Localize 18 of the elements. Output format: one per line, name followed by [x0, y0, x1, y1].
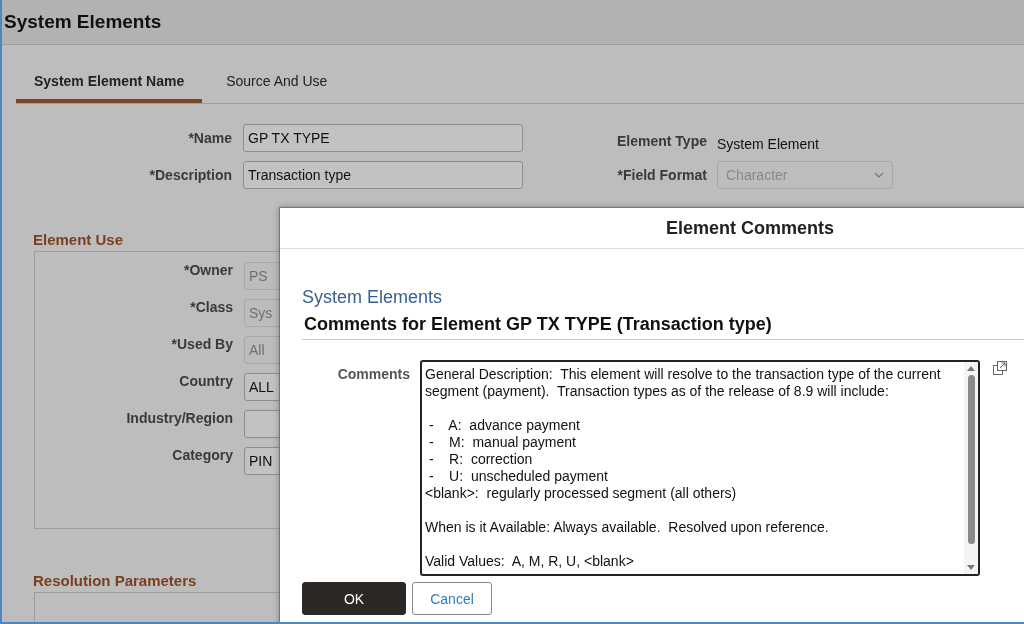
field-label: Industry/Region: [125, 410, 233, 428]
dialog-title: Element Comments: [665, 217, 834, 239]
field-label: *Used By: [170, 336, 233, 354]
field-label: *Field Format: [616, 166, 707, 183]
field-label: *Owner: [183, 262, 233, 280]
dialog-heading: Comments for Element GP TX TYPE (Transaction type): [302, 308, 1024, 340]
field-label: *Description: [148, 167, 232, 183]
field-label: Comments: [336, 365, 410, 382]
page-title: System Elements: [4, 11, 162, 33]
section-heading: Resolution Parameters: [33, 572, 198, 589]
field-value: System Element: [717, 135, 820, 153]
section-heading: Element Use: [33, 231, 125, 248]
field-label: Element Type: [616, 133, 707, 150]
field-label: *Name: [187, 130, 232, 146]
field-label: *Class: [189, 299, 233, 317]
breadcrumb-title: System Elements: [302, 287, 443, 307]
field-label: Category: [171, 447, 233, 465]
field-label: Country: [178, 373, 233, 391]
